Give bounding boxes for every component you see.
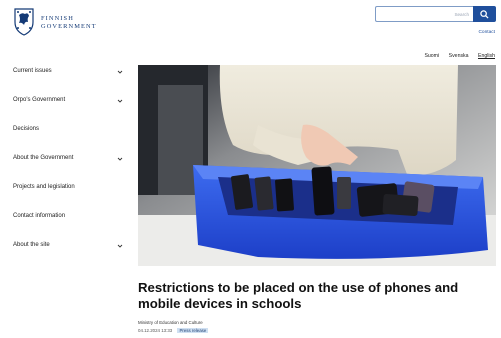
sidebar-item-decisions[interactable]: Decisions [13,126,123,138]
hero-image [138,65,496,266]
language-switcher: Suomi Svenska English [416,53,495,59]
hero-photo-illustration [138,65,496,266]
search-icon [480,10,489,19]
sidebar-item-current-issues[interactable]: Current issues [13,68,123,80]
article-ministry: Ministry of Education and Culture [138,320,203,325]
article-title: Restrictions to be placed on the use of … [138,280,459,311]
article-meta: 04.12.2024 13:33 Press release [138,328,209,333]
article-date: 04.12.2024 [138,328,160,333]
chevron-down-icon [117,244,123,248]
article-type-badge: Press release [177,328,209,333]
logo-wordmark: FINNISH GOVERNMENT [41,15,97,31]
sidebar-item-label: Orpo's Government [13,97,66,103]
sidebar-item-label: Current issues [13,68,52,74]
lang-english[interactable]: English [478,53,495,59]
logo-line-2: GOVERNMENT [41,23,97,30]
chevron-down-icon [117,157,123,161]
sidebar-item-about-the-site[interactable]: About the site [13,242,123,254]
sidebar-item-label: About the site [13,242,50,248]
sidebar-item-label: About the Government [13,155,74,161]
sidebar-item-projects-and-legislation[interactable]: Projects and legislation [13,184,123,196]
sidebar-item-label: Decisions [13,126,40,132]
lang-suomi[interactable]: Suomi [424,53,439,59]
sidebar-item-label: Contact information [13,213,66,219]
site-logo[interactable]: FINNISH GOVERNMENT [12,6,122,40]
sidebar-item-orpos-government[interactable]: Orpo's Government [13,97,123,109]
chevron-down-icon [117,70,123,74]
article-time: 13:33 [161,328,173,333]
chevron-down-icon [117,99,123,103]
logo-line-1: FINNISH [41,15,74,22]
sidebar-item-label: Projects and legislation [13,184,75,190]
lang-svenska[interactable]: Svenska [449,53,469,59]
search-button[interactable] [473,6,496,22]
contact-link[interactable]: Contact [478,30,495,35]
lion-crest-icon [14,8,34,36]
sidebar-item-contact-information[interactable]: Contact information [13,213,123,225]
search-bar: Search [375,6,496,22]
search-input[interactable]: Search [375,6,473,22]
sidebar-item-about-the-government[interactable]: About the Government [13,155,123,167]
